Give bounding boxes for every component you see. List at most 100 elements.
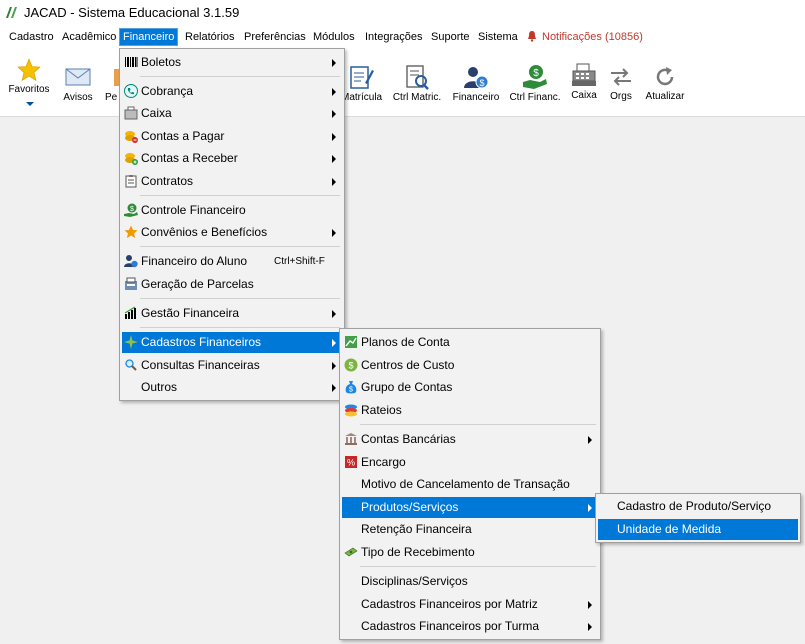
money-bag-icon: $ (345, 381, 357, 394)
menu-item-contas-bancarias[interactable]: Contas Bancárias (342, 429, 598, 450)
menu-separator (140, 327, 340, 328)
avisos-button[interactable]: Avisos (58, 48, 98, 114)
menu-item-unidade-medida[interactable]: Unidade de Medida (598, 519, 798, 540)
menu-item-tipo-recebimento[interactable]: Tipo de Recebimento (342, 542, 598, 563)
ctrl-financ-icon: $ (523, 65, 547, 89)
svg-text:$: $ (479, 78, 484, 88)
jacad-logo-icon (6, 7, 17, 18)
menu-item-cadastro-produto[interactable]: Cadastro de Produto/Serviço (598, 496, 798, 517)
menu-item-grupo-contas[interactable]: $ Grupo de Contas (342, 377, 598, 398)
menu-item-contas-pagar[interactable]: Contas a Pagar (122, 126, 342, 147)
swap-arrows-icon (611, 68, 631, 86)
envelope-icon (65, 68, 91, 86)
menu-financeiro[interactable]: Financeiro (118, 28, 179, 46)
menu-item-boletos[interactable]: Boletos (122, 52, 342, 73)
menu-bar: Cadastro Acadêmico Financeiro Relatórios… (0, 26, 805, 48)
svg-text:%: % (347, 458, 355, 468)
menu-item-centros-custo[interactable]: $ Centros de Custo (342, 355, 598, 376)
barcode-icon (125, 57, 138, 67)
submenu-arrow-icon (332, 155, 336, 163)
svg-text:$: $ (130, 206, 134, 213)
refresh-icon (656, 67, 674, 86)
menu-item-cad-por-turma[interactable]: Cadastros Financeiros por Turma (342, 616, 598, 637)
menu-integracoes[interactable]: Integrações (362, 29, 425, 45)
menu-relatorios[interactable]: Relatórios (182, 29, 238, 45)
menu-item-contas-receber[interactable]: Contas a Receber (122, 148, 342, 169)
coins-minus-icon (125, 131, 138, 143)
menu-cadastro[interactable]: Cadastro (6, 29, 57, 45)
menu-item-cadastros-financeiros[interactable]: Cadastros Financeiros (122, 332, 342, 353)
svg-text:$: $ (349, 387, 353, 394)
submenu-arrow-icon (332, 59, 336, 67)
menu-separator (360, 424, 596, 425)
submenu-arrow-icon (588, 504, 592, 512)
submenu-arrow-icon (588, 436, 592, 444)
menu-item-outros[interactable]: Outros (122, 377, 342, 398)
menu-item-controle-financeiro[interactable]: $ Controle Financeiro (122, 200, 342, 221)
menu-item-geracao-parcelas[interactable]: Geração de Parcelas (122, 274, 342, 295)
submenu-arrow-icon (332, 339, 336, 347)
submenu-arrow-icon (588, 601, 592, 609)
menu-suporte[interactable]: Suporte (428, 29, 473, 45)
submenu-arrow-icon (332, 384, 336, 392)
cash-box-icon (124, 106, 138, 120)
submenu-arrow-icon (588, 623, 592, 631)
ctrl-matric-button[interactable]: Ctrl Matric. (390, 48, 444, 114)
menu-item-consultas-financeiras[interactable]: Consultas Financeiras (122, 355, 342, 376)
shortcut-label: Ctrl+Shift-F (274, 256, 325, 267)
star-icon (17, 58, 41, 82)
notifications-link[interactable]: Notificações (10856) (539, 29, 646, 45)
bar-chart-icon (124, 306, 136, 319)
window-title: JACAD - Sistema Educacional 3.1.59 (24, 5, 240, 20)
menu-preferencias[interactable]: Preferências (241, 29, 309, 45)
menu-item-encargo[interactable]: % Encargo (342, 452, 598, 473)
menu-item-cobranca[interactable]: Cobrança (122, 81, 342, 102)
menu-item-disciplinas-servicos[interactable]: Disciplinas/Serviços (342, 571, 598, 592)
menu-separator (360, 566, 596, 567)
ctrl-matric-icon (406, 65, 429, 90)
clipboard-icon (125, 175, 137, 188)
menu-item-retencao-financeira[interactable]: Retenção Financeira (342, 519, 598, 540)
matricula-form-icon (350, 66, 374, 89)
money-circle-icon: $ (344, 358, 358, 372)
favoritos-dropdown-caret[interactable] (26, 102, 34, 106)
chart-sheet-icon (345, 336, 357, 348)
matricula-button[interactable]: Matrícula (341, 48, 382, 114)
menu-sistema[interactable]: Sistema (475, 29, 521, 45)
magnifier-icon (125, 359, 137, 371)
menu-item-contratos[interactable]: Contratos (122, 171, 342, 192)
parcel-generation-icon (125, 277, 137, 290)
money-hand-icon: $ (124, 203, 138, 217)
bank-icon (345, 433, 357, 445)
svg-text:$: $ (348, 361, 353, 371)
menu-item-gestao-financeira[interactable]: Gestão Financeira (122, 303, 342, 324)
submenu-arrow-icon (332, 178, 336, 186)
menu-item-rateios[interactable]: Rateios (342, 400, 598, 421)
orgs-button[interactable]: Orgs (606, 48, 636, 114)
menu-modulos[interactable]: Módulos (310, 29, 358, 45)
menu-separator (140, 298, 340, 299)
svg-text:$: $ (533, 68, 539, 79)
menu-item-caixa[interactable]: Caixa (122, 103, 342, 124)
menu-academico[interactable]: Acadêmico (59, 29, 119, 45)
atualizar-button[interactable]: Atualizar (642, 48, 688, 114)
submenu-arrow-icon (332, 88, 336, 96)
pe-button[interactable]: Pe (102, 48, 120, 114)
submenu-arrow-icon (332, 310, 336, 318)
ctrl-financ-button[interactable]: $ Ctrl Financ. (508, 48, 562, 114)
sparkle-icon (124, 335, 138, 349)
menu-item-planos-conta[interactable]: Planos de Conta (342, 332, 598, 353)
submenu-arrow-icon (332, 110, 336, 118)
menu-item-motivo-cancelamento[interactable]: Motivo de Cancelamento de Transação (342, 474, 598, 495)
financeiro-button[interactable]: $ Financeiro (450, 48, 502, 114)
menu-item-produtos-servicos[interactable]: Produtos/Serviços (342, 497, 598, 518)
menu-item-convenios[interactable]: Convênios e Benefícios (122, 222, 342, 243)
rateio-stack-icon (345, 404, 357, 417)
menu-item-cad-por-matriz[interactable]: Cadastros Financeiros por Matriz (342, 594, 598, 615)
produtos-servicos-menu: Cadastro de Produto/Serviço Unidade de M… (595, 493, 801, 543)
phone-icon (124, 84, 138, 98)
money-bill-icon (344, 547, 358, 557)
menu-separator (140, 195, 340, 196)
menu-item-financeiro-aluno[interactable]: Financeiro do Aluno Ctrl+Shift-F (122, 251, 342, 272)
caixa-button[interactable]: Caixa (566, 48, 602, 114)
